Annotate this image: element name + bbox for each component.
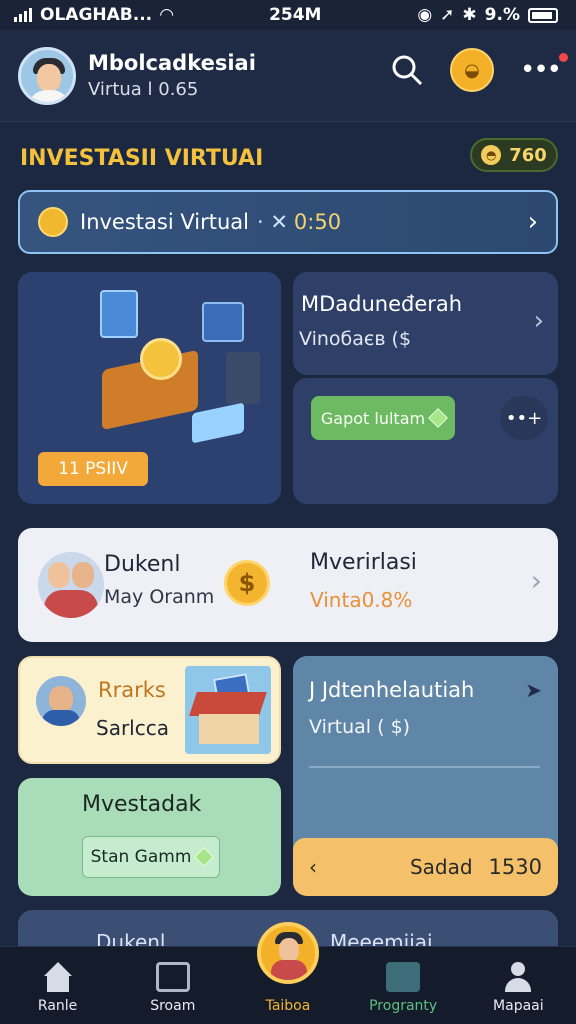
nav-item-profile[interactable]: Mapaai [468, 962, 568, 1014]
alarm-icon: ◉ [417, 5, 433, 25]
profile-value: Vinta0.8% [310, 588, 413, 612]
nav-label: Taiboa [265, 998, 311, 1014]
bottom-nav: Ranle Sroam Taiboa Progranty Mapaai [0, 922, 576, 1024]
header-actions: ◒ ••• [390, 48, 568, 92]
chevron-right-icon: › [527, 207, 538, 237]
balance-bar[interactable]: ‹ Sadad 1530 [293, 838, 558, 896]
section-title: INVESTASII VIRTUAI [20, 146, 264, 171]
house-illustration [185, 666, 271, 754]
virtual-card-subtitle: Virtual ( $) [309, 716, 411, 738]
status-time: 254M [269, 5, 322, 25]
balance-value: 1530 [488, 855, 542, 879]
banner-value: 0:50 [293, 210, 342, 234]
nav-label: Mapaai [493, 998, 544, 1014]
briefcase-icon [386, 962, 421, 992]
battery-percent: 9.% [484, 5, 520, 25]
divider [309, 766, 540, 768]
gold-coin-illustration [140, 338, 182, 380]
mvest-card[interactable]: Mvestadak Stan Gamm [18, 778, 281, 896]
coin-icon: ◓ [481, 145, 502, 165]
profile-title: Mverirlasi [310, 550, 417, 575]
search-icon[interactable] [390, 53, 424, 87]
nav-item-center[interactable]: Taiboa [238, 922, 338, 1014]
signal-icon [14, 8, 32, 22]
add-button[interactable]: ••+ [500, 396, 548, 440]
gem-icon [428, 408, 448, 428]
get-button-label: Gapot lultam [320, 408, 426, 428]
wifi-icon: ◠ [160, 5, 174, 25]
nav-item-screen[interactable]: Sroam [123, 962, 223, 1014]
user-icon [501, 962, 535, 992]
investment-summary-card[interactable]: MDaduneđerah Vinoбаєв ($ › [293, 272, 558, 375]
nav-label: Progranty [369, 998, 438, 1014]
chart-screen-illustration [202, 302, 244, 342]
coin-stack-icon [38, 207, 68, 237]
header-text: Mbolcadkesiai Virtua l 0.65 [88, 51, 256, 100]
home-icon [41, 962, 75, 992]
nav-item-home[interactable]: Ranle [8, 962, 108, 1014]
profile-role: May Oranm [104, 586, 215, 608]
coin-chat-button[interactable]: ◒ [449, 48, 494, 92]
couple-avatar [38, 552, 104, 618]
gem-icon [194, 847, 215, 867]
nav-item-program[interactable]: Progranty [353, 962, 453, 1014]
chevron-right-icon: › [530, 564, 542, 597]
screen-icon [155, 962, 190, 992]
avatar[interactable] [18, 46, 76, 105]
arrow-up-icon: ➤ [525, 678, 542, 702]
tablet-illustration [192, 402, 244, 444]
server-illustration [226, 352, 260, 404]
summary-subtitle: Vinoбаєв ($ [299, 328, 412, 350]
banner-label: Investasi Virtual [80, 210, 249, 234]
nav-label: Sroam [150, 998, 196, 1014]
stocks-avatar [36, 676, 86, 726]
add-button-label: ••+ [505, 407, 543, 429]
stocks-card[interactable]: Rrarks Sarlcca [18, 656, 281, 764]
mvest-title: Mvestadak [82, 792, 202, 817]
summary-title: MDaduneđerah [301, 292, 463, 316]
virtual-investment-card[interactable]: J Jdtenhelautiah ➤ Virtual ( $) ‹ Sadad … [293, 656, 558, 896]
feature-badge[interactable]: 11 PSIIV [38, 452, 148, 486]
location-icon: ➚ [440, 5, 455, 25]
dollar-coin-icon: $ [224, 560, 270, 606]
user-name: Mbolcadkesiai [88, 51, 256, 75]
invest-banner[interactable]: Investasi Virtual · ✕ 0:50 › [18, 190, 558, 254]
coin-balance-pill[interactable]: ◓ 760 [470, 138, 558, 172]
start-button-label: Stan Gamm [90, 847, 192, 867]
virtual-card-title: J Jdtenhelautiah [309, 678, 475, 702]
status-bar: OLAGHAB... ◠ 254M ◉ ➚ ✱ 9.% [0, 0, 576, 30]
monitor-illustration [100, 290, 138, 338]
stocks-title: Rrarks [98, 678, 166, 702]
profile-name: Dukenl [104, 552, 181, 577]
status-left: OLAGHAB... ◠ [14, 5, 173, 25]
profile-investment-card[interactable]: Dukenl May Oranm $ Mverirlasi Vinta0.8% … [18, 528, 558, 642]
status-right: ◉ ➚ ✱ 9.% [417, 5, 558, 25]
coin-balance: 760 [509, 144, 547, 166]
investment-illustration-card[interactable]: 11 PSIIV [18, 272, 281, 504]
battery-icon [528, 7, 558, 23]
more-menu-icon[interactable]: ••• [520, 53, 568, 85]
bluetooth-icon: ✱ [462, 5, 477, 25]
nav-label: Ranle [37, 998, 78, 1014]
start-button[interactable]: Stan Gamm [82, 836, 220, 878]
user-subtitle: Virtua l 0.65 [88, 79, 199, 100]
get-button[interactable]: Gapot lultam [311, 396, 455, 440]
balance-label: Sadad [409, 855, 473, 879]
action-card: Gapot lultam ••+ [293, 378, 558, 504]
app-header: Mbolcadkesiai Virtua l 0.65 ◒ ••• [0, 30, 576, 122]
banner-separator: · ✕ [256, 210, 288, 234]
notification-dot [559, 53, 568, 62]
coin-chat-icon: ◒ [464, 59, 480, 81]
chevron-left-icon: ‹ [309, 855, 317, 879]
carrier-label: OLAGHAB... [40, 5, 153, 25]
chevron-right-icon: › [533, 306, 544, 336]
stocks-subtitle: Sarlcca [96, 716, 169, 740]
